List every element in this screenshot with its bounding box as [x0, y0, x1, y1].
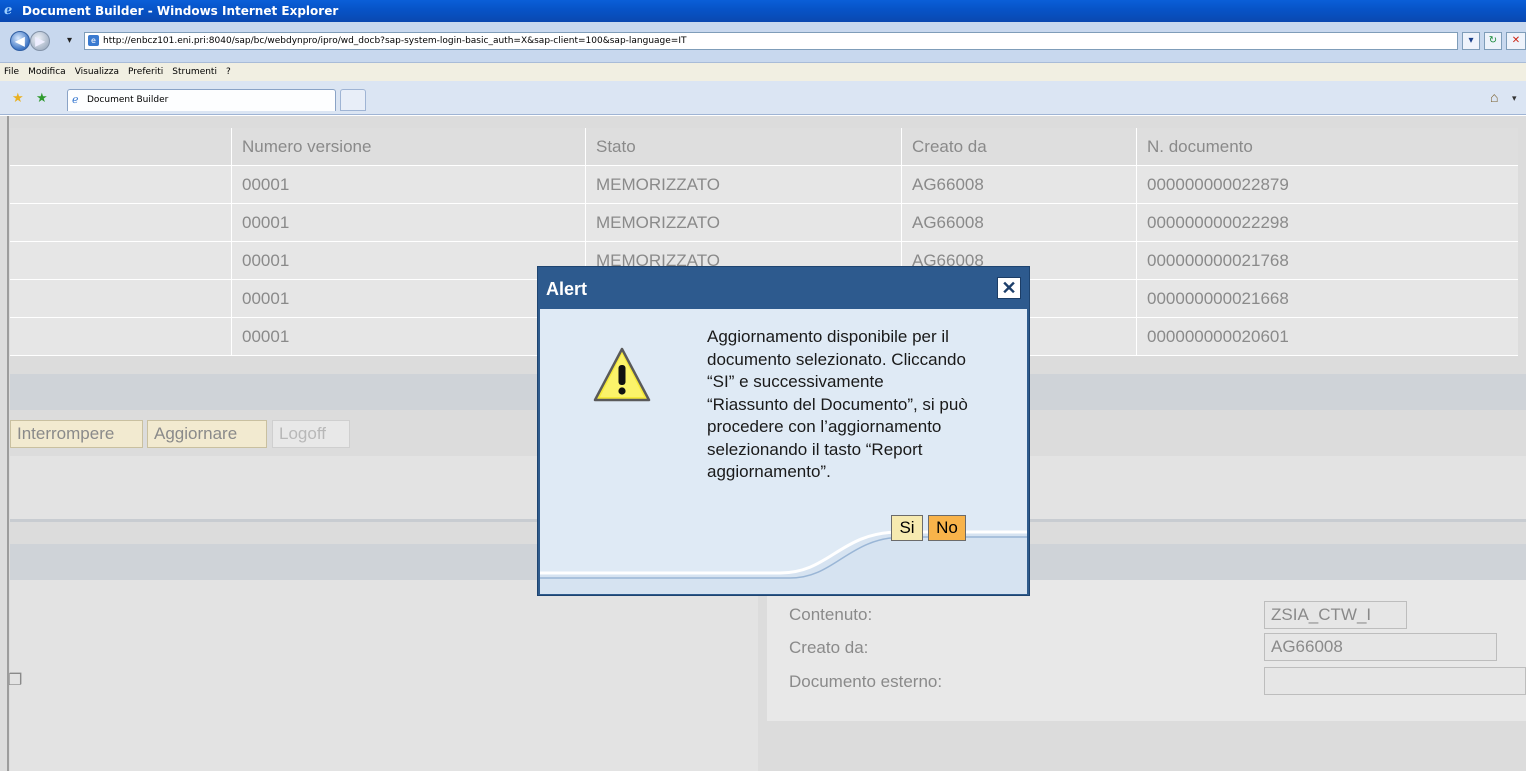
menu-strumenti[interactable]: Strumenti: [172, 67, 217, 77]
menu-bar: File Modifica Visualizza Preferiti Strum…: [0, 63, 1526, 81]
close-icon[interactable]: ✕: [997, 277, 1021, 299]
table-cell: 000000000022298: [1136, 204, 1518, 242]
address-input[interactable]: e http://enbcz101.eni.pri:8040/sap/bc/we…: [84, 32, 1458, 50]
alert-header: Alert ✕: [538, 267, 1029, 309]
menu-file[interactable]: File: [4, 67, 19, 77]
logoff-button[interactable]: Logoff: [272, 420, 350, 448]
alert-message: Aggiornamento disponibile per il documen…: [707, 326, 1017, 484]
contenuto-label: Contenuto:: [789, 605, 873, 624]
alert-dialog: Alert ✕ Aggiornamento disponibile per il…: [537, 266, 1030, 596]
table-cell: 00001: [231, 204, 585, 242]
table-cell: [10, 280, 231, 318]
window-title-bar: ℯ Document Builder - Windows Internet Ex…: [0, 0, 1526, 22]
table-cell: 000000000020601: [1136, 318, 1518, 356]
address-bar-row: ◀ ▶ ▾ e http://enbcz101.eni.pri:8040/sap…: [0, 22, 1526, 63]
table-cell: [10, 204, 231, 242]
interrompere-button[interactable]: Interrompere: [10, 420, 143, 448]
menu-modifica[interactable]: Modifica: [28, 67, 66, 77]
table-header-cell[interactable]: Stato: [585, 128, 901, 166]
ie-logo-icon: ℯ: [4, 3, 13, 18]
table-cell: AG66008: [901, 166, 1136, 204]
refresh-icon[interactable]: ↻: [1484, 32, 1502, 50]
table-cell: 000000000022879: [1136, 166, 1518, 204]
alert-message-line: selezionando il tasto “Report: [707, 439, 923, 459]
documento-esterno-label: Documento esterno:: [789, 672, 943, 691]
ie-page-icon: ℯ: [72, 93, 79, 106]
documento-esterno-field: [1264, 667, 1526, 695]
window-title: Document Builder - Windows Internet Expl…: [22, 4, 339, 18]
home-dropdown-icon[interactable]: ▾: [1512, 93, 1517, 104]
table-cell: AG66008: [901, 204, 1136, 242]
page-icon: e: [88, 35, 99, 46]
history-dropdown-icon[interactable]: ▾: [67, 35, 72, 46]
alert-message-line: documento selezionato. Cliccando: [707, 349, 966, 369]
menu-preferiti[interactable]: Preferiti: [128, 67, 163, 77]
table-cell: 000000000021768: [1136, 242, 1518, 280]
table-header-cell[interactable]: Creato da: [901, 128, 1136, 166]
table-row[interactable]: 00001 MEMORIZZATO AG66008 00000000002287…: [10, 166, 1518, 204]
tab-document-builder[interactable]: ℯ Document Builder: [67, 89, 336, 111]
table-cell: 000000000021668: [1136, 280, 1518, 318]
lower-left-panel: [10, 580, 758, 771]
table-cell: 00001: [231, 280, 585, 318]
copy-icon[interactable]: ❐: [8, 670, 22, 690]
table-cell: [10, 242, 231, 280]
tab-row: ★ ★ ℯ Document Builder ⌂ ▾: [0, 81, 1526, 115]
warning-icon: [593, 347, 651, 402]
contenuto-field: ZSIA_CTW_I: [1264, 601, 1407, 629]
table-header-cell[interactable]: Numero versione: [231, 128, 585, 166]
table-cell: [10, 318, 231, 356]
table-cell: [10, 166, 231, 204]
address-dropdown-icon[interactable]: ▾: [1462, 32, 1480, 50]
back-arrow-icon[interactable]: ◀: [10, 31, 30, 51]
forward-arrow-icon[interactable]: ▶: [30, 31, 50, 51]
alert-title: Alert: [546, 279, 588, 299]
creato-da-field: AG66008: [1264, 633, 1497, 661]
yes-button[interactable]: Si: [891, 515, 923, 541]
table-header-cell: [10, 128, 231, 166]
alert-message-line: Aggiornamento disponibile per il: [707, 327, 949, 346]
table-cell: 00001: [231, 242, 585, 280]
table-row[interactable]: 00001 MEMORIZZATO AG66008 00000000002229…: [10, 204, 1518, 242]
alert-message-line: “Riassunto del Documento”, si può: [707, 394, 968, 414]
favorites-star-icon[interactable]: ★: [12, 90, 24, 106]
address-url: http://enbcz101.eni.pri:8040/sap/bc/webd…: [103, 36, 687, 46]
table-cell: MEMORIZZATO: [585, 166, 901, 204]
no-button[interactable]: No: [928, 515, 966, 541]
alert-body: Aggiornamento disponibile per il documen…: [540, 309, 1027, 594]
tab-label: Document Builder: [87, 95, 169, 105]
creato-da-label: Creato da:: [789, 638, 869, 657]
menu-visualizza[interactable]: Visualizza: [75, 67, 119, 77]
alert-message-line: aggiornamento”.: [707, 462, 831, 481]
menu-help[interactable]: ?: [226, 67, 231, 77]
table-header-cell[interactable]: N. documento: [1136, 128, 1518, 166]
table-cell: 00001: [231, 318, 585, 356]
add-favorites-icon[interactable]: ★: [36, 90, 48, 106]
home-icon[interactable]: ⌂: [1490, 89, 1498, 105]
table-header-row: Numero versione Stato Creato da N. docum…: [10, 128, 1518, 166]
new-tab-button[interactable]: [340, 89, 366, 111]
alert-message-line: “SI” e successivamente: [707, 372, 884, 391]
alert-message-line: procedere con l’aggiornamento: [707, 417, 942, 436]
aggiornare-button[interactable]: Aggiornare: [147, 420, 267, 448]
stop-icon[interactable]: ✕: [1506, 32, 1526, 50]
table-cell: MEMORIZZATO: [585, 204, 901, 242]
table-cell: 00001: [231, 166, 585, 204]
